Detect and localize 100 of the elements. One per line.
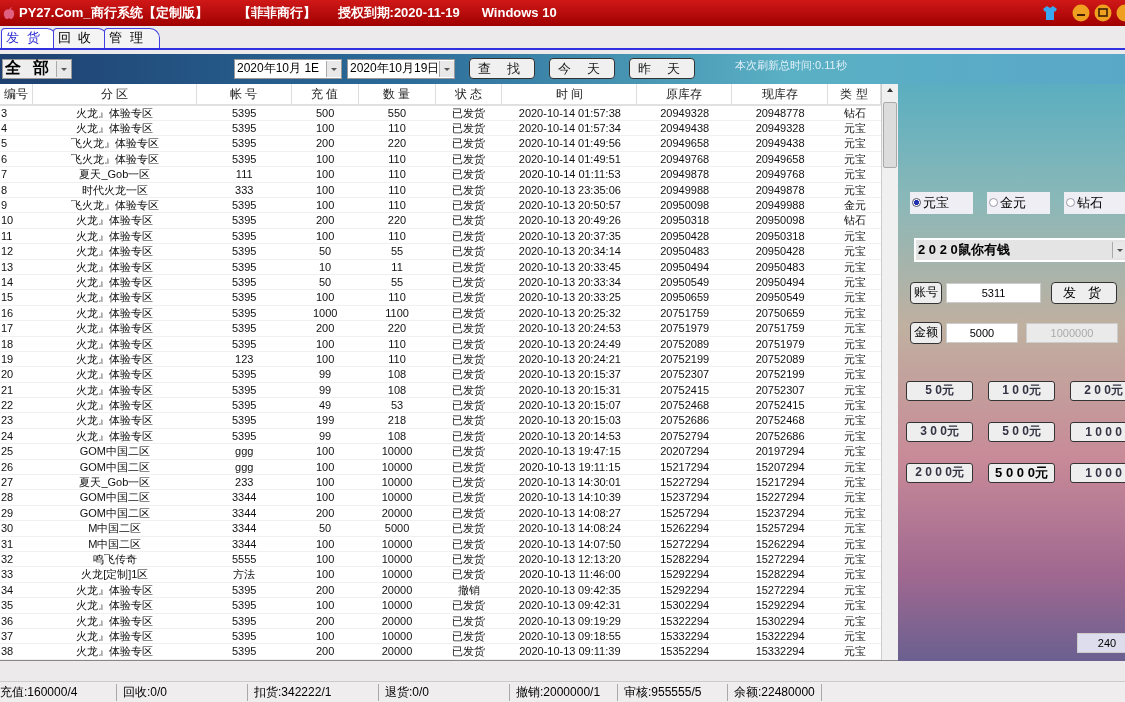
radio-button[interactable] bbox=[1066, 198, 1075, 208]
amount-preset-button[interactable]: 5 0元 bbox=[906, 380, 973, 401]
table-cell-text: 20751979 bbox=[754, 336, 806, 351]
table-cell-text: 元宝 bbox=[842, 167, 867, 182]
status-item: 退货:0/0 bbox=[385, 683, 510, 701]
table-cell-text: 元宝 bbox=[842, 274, 867, 290]
amount-preset-button[interactable]: 1 0 0元 bbox=[988, 380, 1055, 401]
column-header[interactable]: 时 间 bbox=[502, 83, 638, 104]
toolbar-button[interactable]: 今 天 bbox=[549, 58, 615, 80]
table-cell-text: 元宝 bbox=[842, 567, 867, 582]
radio-button[interactable] bbox=[989, 198, 998, 208]
send-button[interactable]: 发 货 bbox=[1051, 281, 1117, 304]
column-header[interactable]: 帐 号 bbox=[196, 83, 292, 104]
column-header[interactable]: 充 值 bbox=[291, 83, 359, 104]
amount-preset-button[interactable]: 1 0 0 0 bbox=[1070, 462, 1125, 483]
table-cell-text: 50 bbox=[318, 521, 333, 536]
table-cell-text: 100 bbox=[314, 459, 336, 475]
column-header[interactable]: 分 区 bbox=[32, 83, 197, 104]
table-cell-text: 已发货 bbox=[451, 290, 487, 305]
column-header[interactable]: 数 量 bbox=[358, 83, 436, 104]
table-cell-text: 2020-10-13 20:24:53 bbox=[517, 321, 622, 336]
table-cell-text: 5395 bbox=[231, 274, 258, 290]
toolbar-button[interactable]: 昨 天 bbox=[629, 58, 695, 80]
table-cell-text: 元宝 bbox=[842, 413, 867, 428]
table-cell-text: 12 bbox=[0, 244, 15, 259]
amount-preset-button[interactable]: 5 0 0元 bbox=[988, 421, 1055, 442]
table-cell-text: 200 bbox=[314, 505, 336, 521]
table-cell-text: 已发货 bbox=[451, 644, 487, 659]
license-expiry: 授权到期:2020-11-19 bbox=[337, 3, 460, 22]
table-cell-text: 24 bbox=[0, 428, 15, 444]
table-cell-text: 元宝 bbox=[842, 305, 867, 321]
table-cell-text: 20000 bbox=[380, 644, 414, 659]
caret-icon[interactable] bbox=[56, 60, 71, 77]
account-label-button[interactable]: 账号 bbox=[910, 281, 942, 304]
table-cell-text: 38 bbox=[0, 644, 15, 659]
toolbar-button[interactable]: 查 找 bbox=[469, 58, 535, 80]
amount-preset-button[interactable]: 1 0 0 0 bbox=[1070, 421, 1125, 442]
table-cell-text: 元宝 bbox=[842, 351, 867, 367]
amount-preset-button[interactable]: 3 0 0元 bbox=[906, 421, 973, 442]
date-picker[interactable]: 2020年10月19日 bbox=[347, 58, 455, 79]
table-cell-text: 15292294 bbox=[754, 598, 806, 613]
amount-field[interactable]: 5000 bbox=[946, 322, 1018, 343]
column-header[interactable]: 状 态 bbox=[435, 83, 503, 104]
table-cell-text: 55 bbox=[389, 244, 405, 259]
status-item: 撤销:2000000/1 bbox=[516, 683, 618, 701]
tab[interactable]: 管 理 bbox=[104, 27, 160, 48]
table-cell-text: 5395 bbox=[231, 321, 258, 336]
caret-icon[interactable] bbox=[439, 60, 455, 77]
table-cell-text: 18 bbox=[0, 336, 15, 351]
table-cell-text: 5395 bbox=[231, 428, 258, 444]
table-cell-text: 15272294 bbox=[754, 582, 806, 598]
table-cell-text: 元宝 bbox=[842, 121, 867, 136]
column-header[interactable]: 编号 bbox=[0, 83, 33, 104]
table-cell-text: 108 bbox=[386, 382, 408, 398]
table-cell-text: 15262294 bbox=[659, 521, 711, 536]
amount-preset-button[interactable]: 2 0 0元 bbox=[1070, 380, 1125, 401]
table-cell-text: 20950483 bbox=[754, 259, 806, 274]
refresh-time: 本次刷新总时间:0.11秒 bbox=[735, 58, 847, 74]
table-cell-text: 元宝 bbox=[842, 398, 867, 413]
minimize-button[interactable] bbox=[1072, 3, 1090, 22]
table-cell-text: 2020-10-13 09:42:35 bbox=[517, 582, 622, 598]
package-dropdown[interactable]: 2 0 2 0鼠你有钱 bbox=[914, 237, 1125, 262]
table-cell-text: 20752415 bbox=[754, 398, 806, 413]
table-cell-text: 已发货 bbox=[451, 413, 487, 428]
status-item: 充值:160000/4 bbox=[0, 683, 117, 701]
caret-icon[interactable] bbox=[326, 60, 341, 77]
table-cell-text: 2020-10-13 20:14:53 bbox=[517, 428, 622, 444]
scroll-thumb[interactable] bbox=[883, 101, 897, 168]
scroll-bar[interactable] bbox=[881, 83, 898, 661]
radio-button[interactable] bbox=[912, 198, 921, 208]
column-header[interactable]: 现库存 bbox=[732, 83, 829, 104]
table-cell-text: 15292294 bbox=[659, 582, 711, 598]
table-cell-text: 100 bbox=[314, 490, 336, 505]
table-cell-text: 火龙』体验专区 bbox=[75, 290, 155, 305]
amount-label-button[interactable]: 金额 bbox=[910, 321, 942, 344]
caret-icon[interactable] bbox=[1112, 241, 1125, 258]
table-cell-text: 15292294 bbox=[659, 567, 711, 582]
table-cell-text: 15282294 bbox=[659, 552, 711, 567]
close-button[interactable] bbox=[1116, 3, 1125, 22]
account-field[interactable]: 5311 bbox=[946, 282, 1041, 303]
table-cell-text: GOM中国二区 bbox=[78, 505, 151, 521]
scope-dropdown[interactable]: 全 部 bbox=[2, 58, 72, 79]
table-cell-text: 108 bbox=[386, 428, 408, 444]
table-cell-text: 20197294 bbox=[754, 444, 806, 459]
date-picker[interactable]: 2020年10月 1E bbox=[234, 58, 342, 79]
table-cell-text: 20000 bbox=[380, 613, 414, 628]
column-header[interactable]: 原库存 bbox=[637, 83, 733, 104]
amount-preset-button[interactable]: 2 0 0 0元 bbox=[906, 462, 973, 483]
maximize-button[interactable] bbox=[1094, 3, 1112, 22]
table-cell-text: 28 bbox=[0, 490, 15, 505]
amount-preset-button[interactable]: 5 0 0 0元 bbox=[988, 462, 1055, 483]
table-cell-text: 110 bbox=[387, 290, 407, 305]
number-field[interactable]: 240 bbox=[1077, 633, 1125, 654]
table-cell-text: 15332294 bbox=[754, 644, 806, 659]
table-cell-text: 10000 bbox=[380, 567, 414, 582]
table-cell-text: 25 bbox=[0, 444, 15, 459]
table-cell-text: 元宝 bbox=[842, 382, 867, 398]
table-cell-text: 110 bbox=[387, 198, 407, 213]
shirt-icon[interactable] bbox=[1042, 4, 1058, 21]
table-cell-text: 2020-10-14 01:57:34 bbox=[517, 121, 622, 136]
